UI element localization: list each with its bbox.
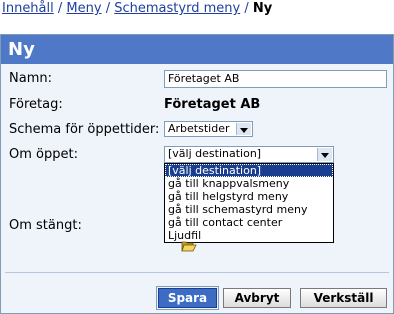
open-dropdown-list: [välj destination] gå till knappvalsmeny… [164, 163, 334, 243]
form-panel: Ny Namn: Företaget AB Företag: Företaget… [0, 34, 394, 314]
option-schemastyrd-meny[interactable]: gå till schemastyrd meny [165, 203, 333, 216]
name-input[interactable]: Företaget AB [164, 70, 387, 88]
breadcrumb-link-schemastyrd-meny[interactable]: Schemastyrd meny [114, 1, 240, 16]
name-label: Namn: [9, 71, 52, 86]
breadcrumb: Innehåll / Meny / Schemastyrd meny / Ny [2, 0, 272, 20]
company-label: Företag: [9, 97, 63, 112]
chevron-down-icon[interactable] [236, 123, 251, 135]
open-label: Om öppet: [9, 147, 78, 162]
option-helgstyrd-meny[interactable]: gå till helgstyrd meny [165, 190, 333, 203]
save-button[interactable]: Spara [156, 286, 219, 310]
open-select-value: [välj destination] [168, 147, 262, 160]
schedule-select-value: Arbetstider [168, 122, 230, 135]
panel-title: Ny [1, 35, 393, 64]
folder-open-icon[interactable] [181, 239, 197, 253]
chevron-down-icon[interactable] [317, 148, 332, 161]
breadcrumb-separator: / [105, 1, 111, 16]
breadcrumb-link-innehall[interactable]: Innehåll [2, 1, 54, 16]
breadcrumb-separator: / [57, 1, 63, 16]
breadcrumb-current: Ny [252, 1, 273, 16]
company-value: Företaget AB [164, 97, 261, 112]
option-contact-center[interactable]: gå till contact center [165, 216, 333, 229]
closed-label: Om stängt: [9, 218, 82, 233]
breadcrumb-separator: / [244, 1, 249, 16]
cancel-button[interactable]: Avbryt [223, 288, 291, 308]
apply-button[interactable]: Verkställ [300, 288, 387, 308]
open-select[interactable]: [välj destination] [164, 146, 334, 163]
option-valj-destination[interactable]: [välj destination] [165, 164, 333, 177]
divider [5, 272, 389, 273]
option-knappvalsmeny[interactable]: gå till knappvalsmeny [165, 177, 333, 190]
breadcrumb-link-meny[interactable]: Meny [66, 1, 101, 16]
schedule-label: Schema för öppettider: [9, 122, 160, 137]
schedule-select[interactable]: Arbetstider [164, 121, 253, 137]
